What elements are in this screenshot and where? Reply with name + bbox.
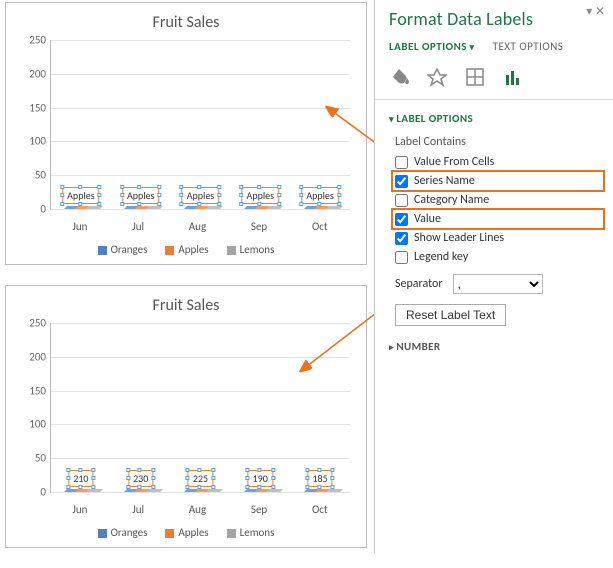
opt-label: Value From Cells [414,155,494,169]
chart-top[interactable]: Fruit Sales 0 50 100 150 200 250 Apples Apples Ap… [5,2,367,265]
x-axis: Jun Jul Aug Sep Oct [50,503,350,516]
chart-title: Fruit Sales [16,13,356,32]
y-tick-label: 0 [40,486,51,499]
legend: Oranges Apples Lemons [16,526,356,539]
legend-item-lemons[interactable]: Lemons [227,243,275,256]
legend: Oranges Apples Lemons [16,243,356,256]
x-tick-label: Jul [132,503,144,516]
size-icon[interactable] [465,67,485,87]
y-tick-label: 200 [29,350,51,363]
separator-select[interactable]: , [453,274,543,294]
x-tick-label: Oct [312,503,328,516]
y-tick-label: 50 [35,169,51,182]
data-label[interactable]: Apples [301,187,338,204]
data-label[interactable]: 230 [128,470,153,487]
separator-row: Separator , [395,274,601,294]
y-tick-label: 250 [29,317,51,330]
tab-text-options[interactable]: TEXT OPTIONS [493,40,564,53]
data-label[interactable]: 190 [248,470,273,487]
legend-item-oranges[interactable]: Oranges [98,243,148,256]
charts-column: Fruit Sales 0 50 100 150 200 250 Apples Apples Ap… [5,2,367,568]
plot-area: 050100150200250210230225190185 [50,323,350,493]
x-tick-label: Jun [72,220,87,233]
fill-icon[interactable] [389,67,409,87]
chart-bottom[interactable]: Fruit Sales 0 50 100 150 200 250 210 230 225 190 18… [5,285,367,548]
data-label[interactable]: Apples [122,187,159,204]
x-tick-label: Sep [251,503,267,516]
y-tick-label: 0 [40,203,51,216]
x-axis: Jun Jul Aug Sep Oct [50,220,350,233]
data-label[interactable]: Apples [242,187,279,204]
section-number[interactable]: NUMBER [389,340,601,353]
data-label[interactable]: Apples [182,187,219,204]
close-icon[interactable]: ▾ ✕ [586,4,605,19]
opt-legend-key[interactable]: Legend key [395,250,601,264]
opt-label: Value [414,212,441,226]
chart-title: Fruit Sales [16,296,356,315]
checkbox[interactable] [395,213,408,226]
separator-label: Separator [395,277,443,291]
label-options-group: Label Contains Value From Cells Series N… [389,135,601,326]
legend-item-oranges[interactable]: Oranges [98,526,148,539]
opt-label: Legend key [414,250,468,264]
data-label[interactable]: 210 [68,470,93,487]
checkbox[interactable] [395,194,408,207]
format-data-labels-pane: ▾ ✕ Format Data Labels LABEL OPTIONS TEX… [374,0,613,553]
data-label[interactable]: 185 [307,470,332,487]
y-tick-label: 100 [29,418,51,431]
opt-series-name[interactable]: Series Name [395,174,601,188]
effects-icon[interactable] [427,67,447,87]
section-label-options[interactable]: LABEL OPTIONS [389,106,601,131]
x-tick-label: Aug [189,220,206,233]
opt-value-from-cells[interactable]: Value From Cells [395,155,601,169]
y-tick-label: 150 [29,384,51,397]
y-tick-label: 200 [29,67,51,80]
legend-item-lemons[interactable]: Lemons [227,526,275,539]
divider [375,99,613,100]
opt-category-name[interactable]: Category Name [395,193,601,207]
tab-label-options[interactable]: LABEL OPTIONS [389,40,475,53]
reset-label-text-button[interactable]: Reset Label Text [395,304,506,326]
pane-tabs: LABEL OPTIONS TEXT OPTIONS [389,40,601,53]
opt-value[interactable]: Value [395,212,601,226]
label-contains-heading: Label Contains [395,135,601,149]
legend-item-apples[interactable]: Apples [165,243,208,256]
label-options-icon[interactable] [503,67,523,87]
y-tick-label: 50 [35,452,51,465]
category-icons [389,67,601,87]
checkbox[interactable] [395,251,408,264]
checkbox[interactable] [395,175,408,188]
data-label[interactable]: 225 [188,470,213,487]
legend-item-apples[interactable]: Apples [165,526,208,539]
opt-label: Show Leader Lines [414,231,504,245]
plot-area: 050100150200250ApplesApplesApplesApplesA… [50,40,350,210]
y-tick-label: 250 [29,34,51,47]
x-tick-label: Jun [72,503,87,516]
x-tick-label: Oct [312,220,328,233]
opt-label: Series Name [414,174,475,188]
y-tick-label: 150 [29,101,51,114]
opt-label: Category Name [414,193,489,207]
opt-leader-lines[interactable]: Show Leader Lines [395,231,601,245]
checkbox[interactable] [395,156,408,169]
checkbox[interactable] [395,232,408,245]
x-tick-label: Jul [132,220,144,233]
y-tick-label: 100 [29,135,51,148]
x-tick-label: Aug [189,503,206,516]
pane-title: Format Data Labels [389,8,601,30]
x-tick-label: Sep [251,220,267,233]
data-label[interactable]: Apples [62,187,99,204]
